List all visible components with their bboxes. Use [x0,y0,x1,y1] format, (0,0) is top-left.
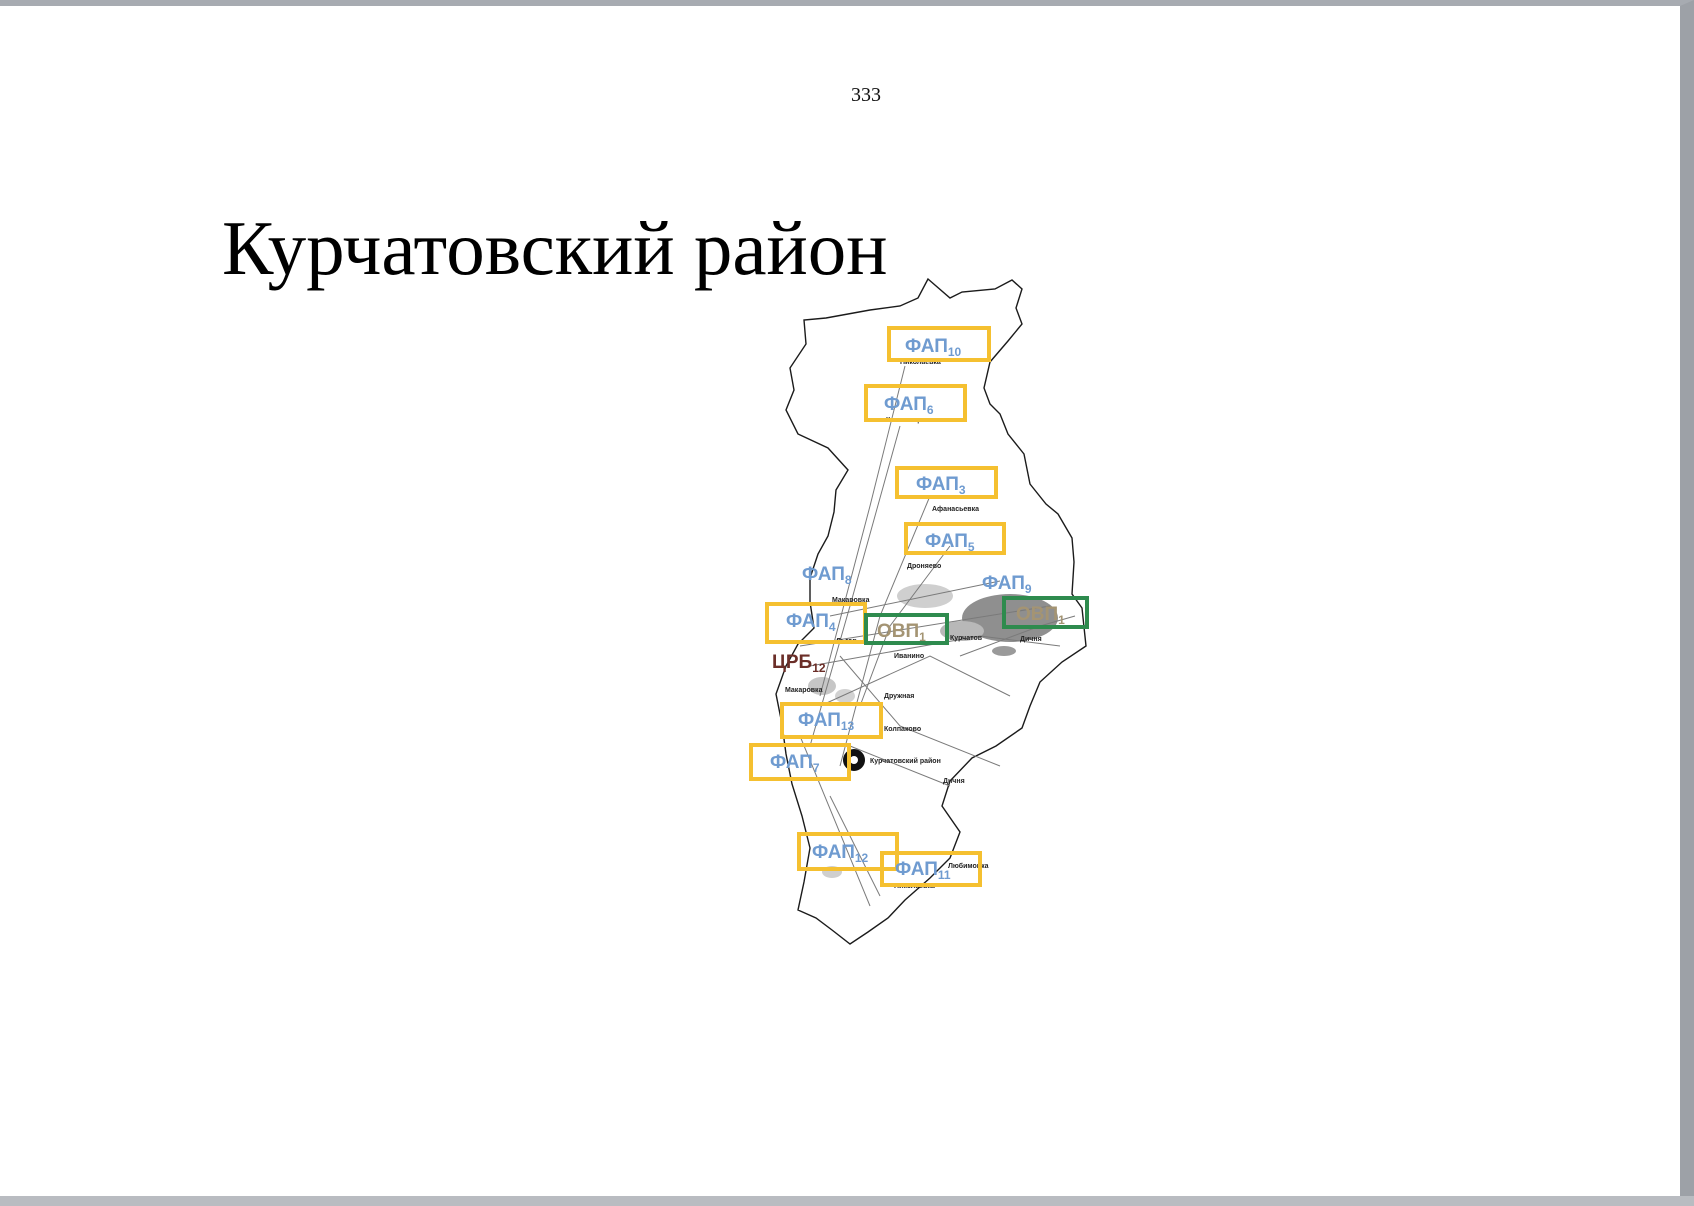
place-label: Колпаково [884,726,921,733]
place-label: Дичня [1020,636,1042,643]
document-page: 333 Курчатовский район Николаевка Костел… [0,0,1694,1196]
facility-label-ovp: ОВП1 [877,621,926,644]
place-label: Иванино [894,653,924,660]
district-center-marker [843,749,865,771]
place-label: Дроняево [907,563,941,570]
facility-label-fap5: ФАП5 [925,531,975,554]
facility-label-fap3: ФАП3 [916,474,966,497]
place-label: Курчатов [950,635,983,642]
place-label: Дичня [943,778,965,785]
facility-label-fap8: ФАП8 [802,564,852,587]
place-label: Любимовка [948,862,989,870]
district-map: Николаевка Костельцево Афанасьевка Дроня… [749,277,1089,945]
facility-label-fap7: ФАП7 [770,752,820,775]
facility-label-fap6: ФАП6 [884,394,934,417]
facility-label-fap9: ФАП9 [982,573,1032,596]
place-label: Курчатовский район [870,757,941,765]
place-label: Макаровка [785,687,823,694]
facility-label-fap4: ФАП4 [786,611,836,634]
facility-label-ovp: ОВП1 [1016,604,1065,627]
place-label: Дружная [884,693,914,700]
place-label: Афанасьевка [932,506,979,513]
